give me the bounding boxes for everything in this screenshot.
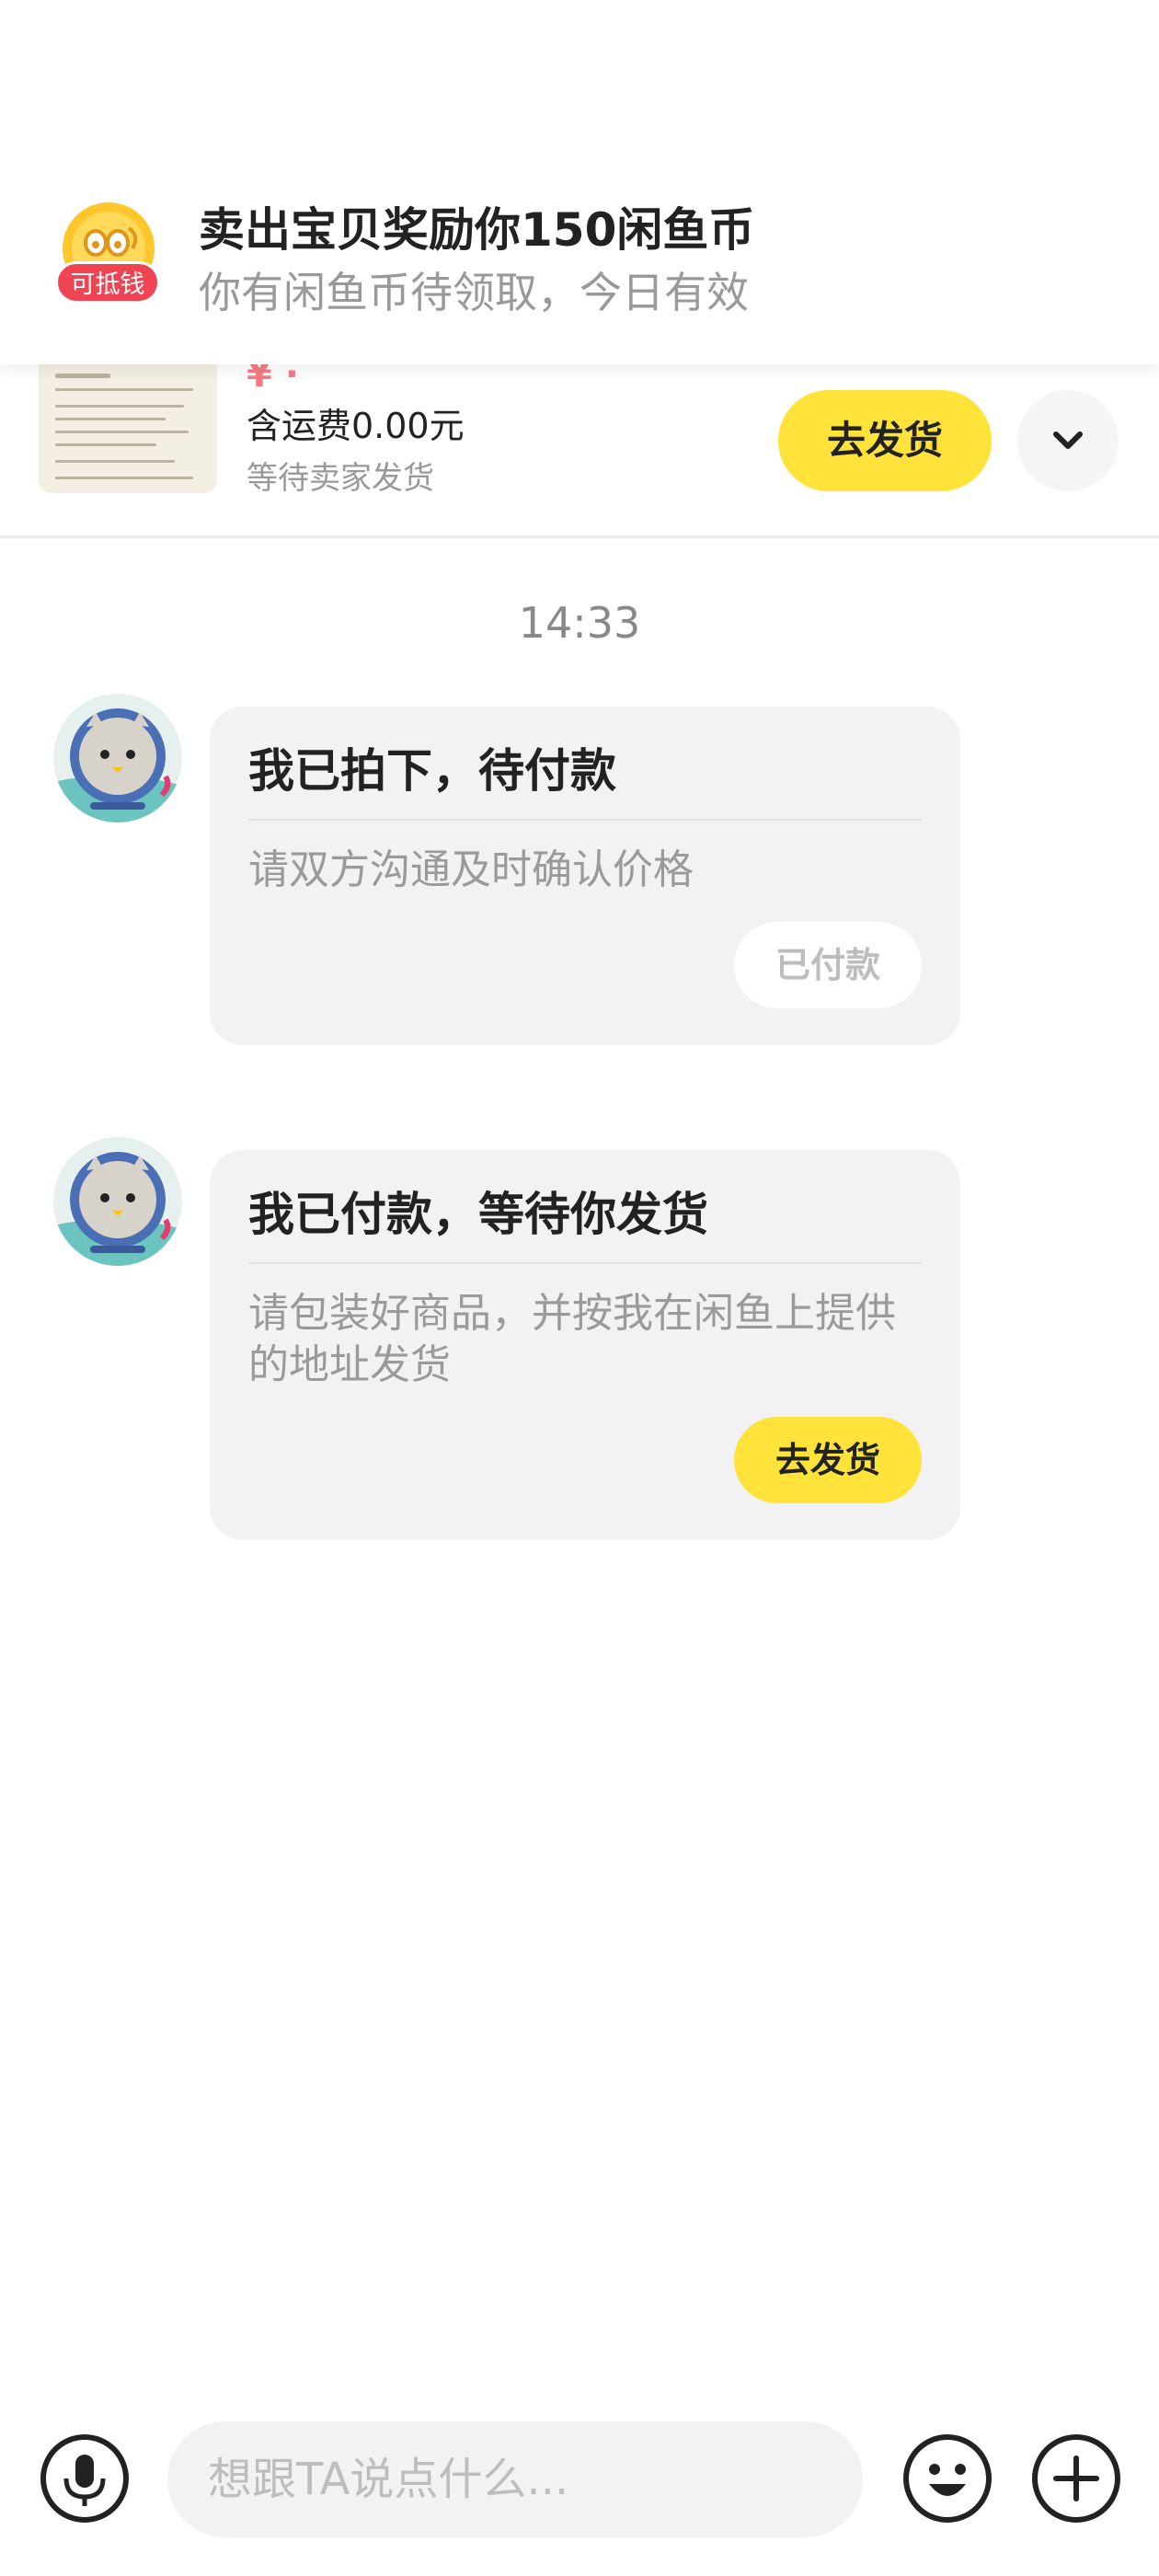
message-title: 我已付款，等待你发货 bbox=[248, 1188, 708, 1241]
message-input[interactable] bbox=[167, 2421, 863, 2537]
message-title: 我已拍下，待付款 bbox=[248, 744, 616, 798]
emoji-button[interactable] bbox=[901, 2432, 993, 2524]
cat-avatar-icon bbox=[53, 708, 182, 822]
cat-avatar-icon bbox=[53, 1152, 182, 1266]
coin-badge: 可抵钱 bbox=[55, 261, 160, 304]
smiley-icon bbox=[903, 2434, 992, 2523]
notification-subtitle: 你有闲鱼币待领取，今日有效 bbox=[199, 268, 749, 317]
chat-input-bar bbox=[0, 2399, 1159, 2576]
shipping-fee: 含运费0.00元 bbox=[247, 406, 465, 446]
order-status: 等待卖家发货 bbox=[247, 460, 434, 497]
order-message-card: 我已付款，等待你发货 请包装好商品，并按我在闲鱼上提供的地址发货 去发货 bbox=[210, 1150, 960, 1540]
divider bbox=[248, 819, 922, 821]
more-button[interactable] bbox=[1030, 2432, 1122, 2524]
plus-icon bbox=[1032, 2434, 1120, 2523]
chat-timestamp: 14:33 bbox=[518, 598, 641, 648]
voice-button[interactable] bbox=[39, 2432, 131, 2524]
divider bbox=[248, 1262, 922, 1264]
avatar[interactable] bbox=[53, 1137, 182, 1266]
reward-notification[interactable]: 可抵钱 卖出宝贝奖励你150闲鱼币 你有闲鱼币待领取，今日有效 bbox=[0, 0, 1159, 364]
ship-button[interactable]: 去发货 bbox=[778, 390, 992, 491]
chevron-down-icon bbox=[1053, 431, 1083, 449]
avatar[interactable] bbox=[53, 694, 182, 822]
order-message-card: 我已拍下，待付款 请双方沟通及时确认价格 已付款 bbox=[210, 707, 960, 1045]
message-description: 请双方沟通及时确认价格 bbox=[248, 846, 694, 893]
paid-button[interactable]: 已付款 bbox=[734, 922, 922, 1008]
notification-title: 卖出宝贝奖励你150闲鱼币 bbox=[199, 203, 755, 257]
microphone-icon bbox=[40, 2434, 129, 2523]
ship-button[interactable]: 去发货 bbox=[734, 1417, 922, 1503]
message-description: 请包装好商品，并按我在闲鱼上提供的地址发货 bbox=[248, 1290, 896, 1388]
order-product-bar: ¥ · 含运费0.00元 等待卖家发货 去发货 bbox=[0, 353, 1159, 538]
product-thumbnail[interactable] bbox=[39, 364, 217, 493]
expand-button[interactable] bbox=[1017, 390, 1119, 491]
